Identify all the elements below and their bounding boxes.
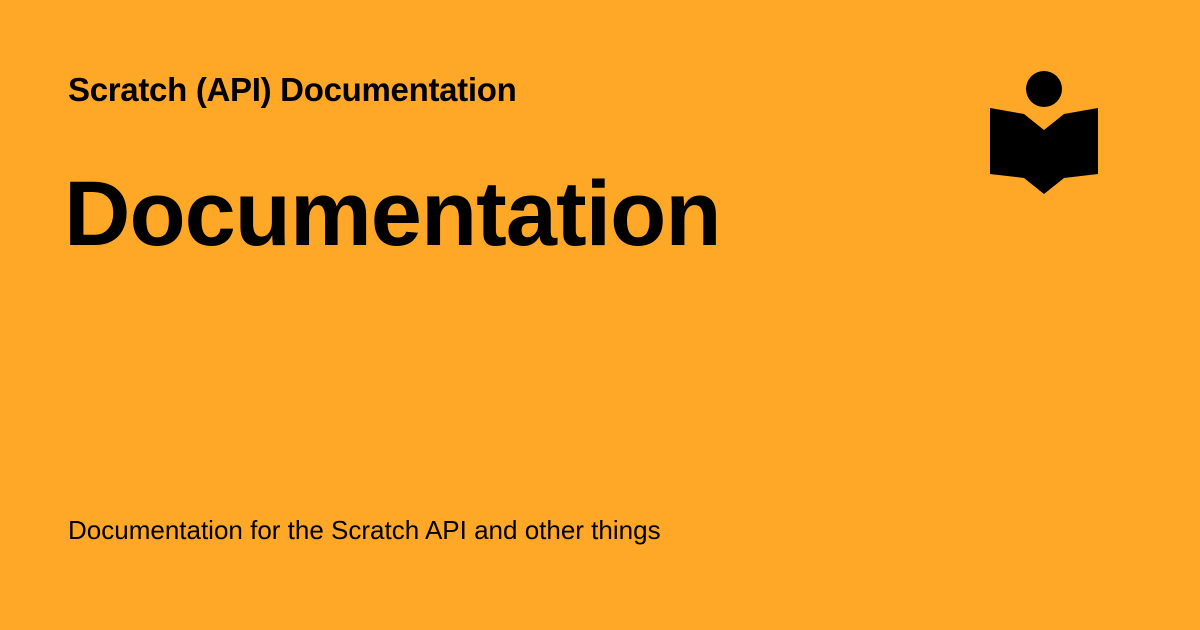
site-name: Scratch (API) Documentation <box>68 71 517 108</box>
page-description: Documentation for the Scratch API and ot… <box>68 515 661 545</box>
page-title: Documentation <box>64 163 722 265</box>
reader-book-icon <box>988 70 1100 198</box>
social-card: Scratch (API) Documentation Documentatio… <box>0 0 1200 630</box>
